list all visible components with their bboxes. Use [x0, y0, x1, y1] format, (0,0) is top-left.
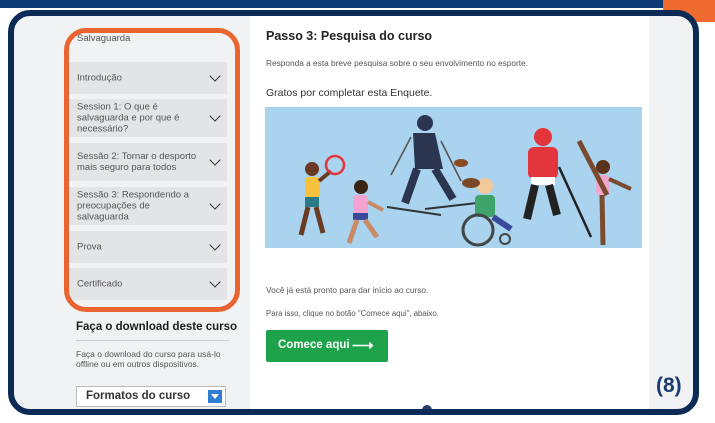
top-band	[0, 0, 715, 8]
chevron-down-icon	[209, 110, 221, 122]
tennis-player-figure	[298, 154, 346, 236]
chevron-down-icon	[209, 70, 221, 82]
sidebar-item-label: Sessão 3: Respondendo a preocupações de …	[77, 189, 189, 223]
sidebar-item-introducao[interactable]: Introdução	[67, 62, 227, 94]
sidebar-item-label: Introdução	[77, 72, 122, 84]
start-course-button[interactable]: Comece aqui ⟶	[266, 330, 388, 362]
sidebar-item-salvaguarda[interactable]: Salvaguarda	[67, 16, 227, 46]
divider	[76, 340, 229, 341]
figure-number: (8)	[656, 374, 682, 397]
sidebar-item-label: Prova	[77, 241, 102, 253]
select-value: Formatos do curso	[86, 390, 191, 402]
instruction-text: Para isso, clique no botão "Comece aqui"…	[266, 309, 439, 318]
sidebar-item-session-2[interactable]: Sessão 2: Tornar o desporto mais seguro …	[67, 143, 227, 181]
athletes-illustration	[298, 115, 632, 247]
arrow-right-icon: ⟶	[352, 337, 374, 354]
sports-illustration	[265, 107, 642, 248]
main-content: Passo 3: Pesquisa do curso Responda a es…	[250, 16, 649, 411]
page-title: Passo 3: Pesquisa do curso	[266, 29, 433, 43]
chevron-down-icon	[209, 198, 221, 210]
wheelchair-athlete-figure	[461, 178, 513, 247]
football-ball	[454, 159, 468, 167]
sidebar-item-label: Certificado	[77, 278, 123, 290]
runner-figure	[346, 180, 384, 244]
sidebar-item-session-1[interactable]: Session 1: O que é salvaguarda e por que…	[67, 99, 227, 137]
course-format-select[interactable]: Formatos do curso	[76, 386, 226, 407]
thanks-message: Gratos por completar esta Enquete.	[266, 87, 433, 99]
sidebar-item-certificado[interactable]: Certificado	[67, 268, 227, 300]
dropdown-arrow-icon[interactable]	[208, 390, 222, 403]
sidebar-item-label: Session 1: O que é salvaguarda e por que…	[77, 101, 180, 135]
download-title: Faça o download deste curso	[76, 321, 238, 333]
chevron-down-icon	[209, 154, 221, 166]
chevron-down-icon	[209, 276, 221, 288]
sidebar-item-session-3[interactable]: Sessão 3: Respondendo a preocupações de …	[67, 187, 227, 225]
ready-text: Você já está pronto para dar início ao c…	[266, 285, 429, 295]
download-description: Faça o download do curso para usá-lo off…	[76, 349, 221, 369]
screenshot-frame: Salvaguarda Introdução Session 1: O que …	[8, 10, 699, 415]
chevron-down-icon	[209, 239, 221, 251]
sidebar-item-label: Salvaguarda	[77, 33, 131, 44]
progress-slider-handle[interactable]	[422, 405, 432, 409]
progress-slider-track[interactable]	[266, 409, 643, 411]
start-button-label: Comece aqui	[278, 339, 350, 351]
step-subtitle: Responda a esta breve pesquisa sobre o s…	[266, 58, 528, 68]
sidebar-item-label: Sessão 2: Tornar o desporto mais seguro …	[77, 151, 197, 173]
sidebar-item-prova[interactable]: Prova	[67, 231, 227, 263]
